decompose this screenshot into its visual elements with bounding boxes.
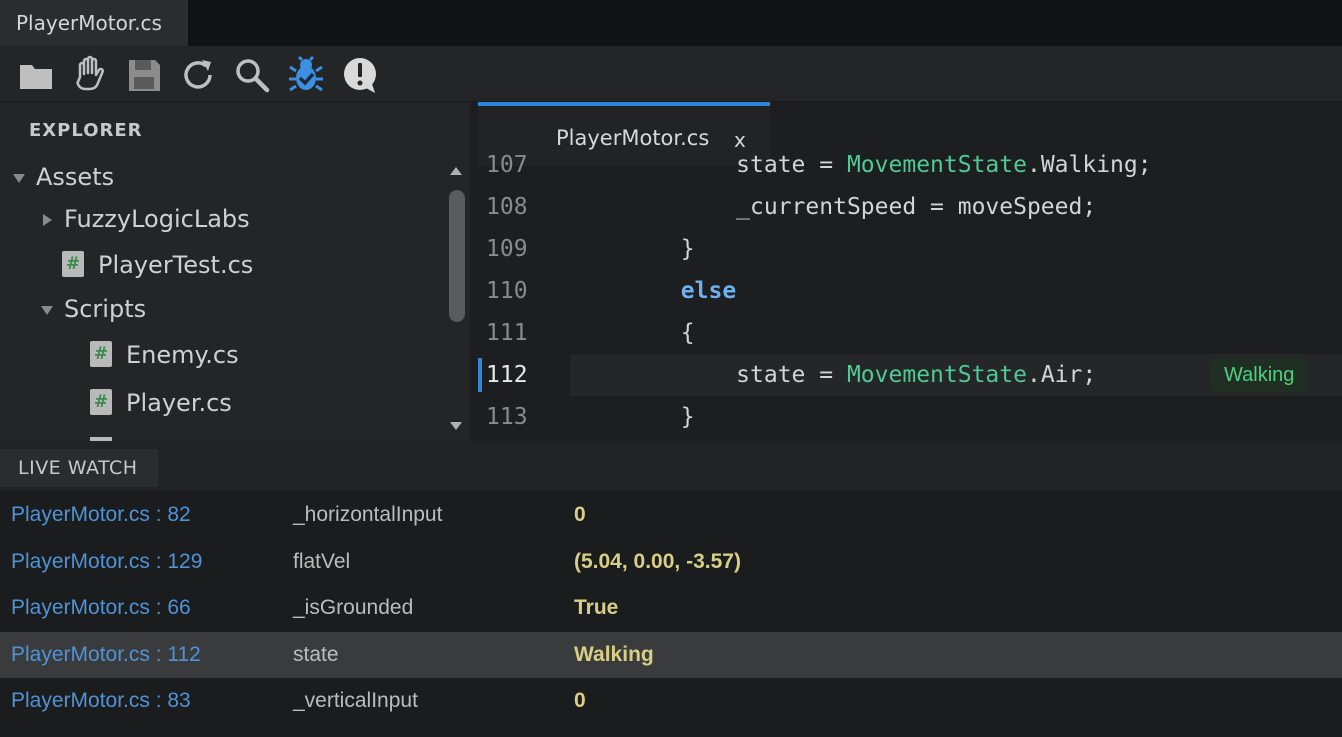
code-keyword: else xyxy=(680,278,737,304)
save-icon xyxy=(129,60,160,91)
code-text: state = xyxy=(570,152,847,178)
code-line[interactable]: else xyxy=(570,270,1342,312)
tree-item-label: Player.cs xyxy=(126,389,232,417)
toolbar xyxy=(0,46,1342,102)
watch-value: True xyxy=(574,596,619,619)
watch-location-link[interactable]: PlayerMotor.cs : 83 xyxy=(11,678,191,724)
live-watch-panel: LIVE WATCH PlayerMotor.cs : 82 _horizonta… xyxy=(0,441,1342,737)
code-text: } xyxy=(570,404,695,430)
inline-value-badge: Walking xyxy=(1210,358,1309,392)
alerts-button[interactable] xyxy=(339,54,381,96)
refresh-icon xyxy=(184,60,212,89)
code-text: .Walking; xyxy=(1026,152,1152,178)
csharp-file-icon: # xyxy=(62,251,84,277)
watch-location-link[interactable]: PlayerMotor.cs : 129 xyxy=(11,539,202,585)
watch-row[interactable]: PlayerMotor.cs : 82 _horizontalInput 0 xyxy=(0,492,1342,538)
code-text: _currentSpeed = moveSpeed; xyxy=(570,194,1097,220)
watch-row[interactable]: PlayerMotor.cs : 129 flatVel (5.04, 0.00, … xyxy=(0,539,1342,585)
explorer-panel: EXPLORER Assets FuzzyLogicLabs # PlayerTe… xyxy=(0,102,470,441)
watch-header: LIVE WATCH xyxy=(0,441,1342,491)
explorer-title: EXPLORER xyxy=(29,120,143,141)
folder-icon xyxy=(20,65,52,89)
code-line[interactable]: } xyxy=(570,396,1342,438)
save-button[interactable] xyxy=(123,54,165,96)
current-line-marker xyxy=(478,358,482,392)
debug-button[interactable] xyxy=(285,54,327,96)
code-line[interactable]: { xyxy=(570,312,1342,354)
reload-button[interactable] xyxy=(177,54,219,96)
window-title: PlayerMotor.cs xyxy=(16,11,162,35)
title-bar: PlayerMotor.cs xyxy=(0,0,1342,46)
line-number: 107 xyxy=(486,152,528,178)
watch-variable-name: flatVel xyxy=(293,549,351,573)
tree-file-player[interactable]: # Player.cs xyxy=(90,383,232,423)
watch-row[interactable]: PlayerMotor.cs : 66 _isGrounded True xyxy=(0,585,1342,631)
search-button[interactable] xyxy=(231,54,273,96)
watch-title-tab[interactable]: LIVE WATCH xyxy=(0,449,158,487)
watch-variable-name: _horizontalInput xyxy=(293,503,443,526)
watch-variable-name: state xyxy=(293,642,339,666)
tree-folder-fuzzylogiclabs[interactable]: FuzzyLogicLabs xyxy=(40,199,250,239)
tree-file-playertest[interactable]: # PlayerTest.cs xyxy=(62,245,253,285)
tree-file-enemy[interactable]: # Enemy.cs xyxy=(90,335,239,375)
code-area[interactable]: state = MovementState.Walking; _currentS… xyxy=(570,152,1342,441)
code-line[interactable]: _currentSpeed = moveSpeed; xyxy=(570,186,1342,228)
explorer-scroll-thumb[interactable] xyxy=(449,190,465,322)
watch-row[interactable]: PlayerMotor.cs : 83 _verticalInput 0 xyxy=(0,678,1342,724)
line-number: 109 xyxy=(486,236,528,262)
watch-variable-name: _isGrounded xyxy=(293,596,414,619)
line-number: 110 xyxy=(486,278,528,304)
code-type: MovementState xyxy=(846,152,1027,178)
code-text: .Air; xyxy=(1026,362,1097,388)
code-editor: PlayerMotor.cs x 107 108 109 110 111 112 113 s… xyxy=(470,102,1342,441)
code-line[interactable]: } xyxy=(570,228,1342,270)
code-text: { xyxy=(570,320,695,346)
watch-value: (5.04, 0.00, -3.57) xyxy=(574,549,741,573)
code-type: MovementState xyxy=(846,362,1027,388)
code-text: state = xyxy=(570,362,847,388)
line-number-gutter: 107 108 109 110 111 112 113 xyxy=(470,152,570,441)
chevron-down-icon xyxy=(13,174,25,183)
watch-variable-name: _verticalInput xyxy=(293,689,418,712)
hand-tool-button[interactable] xyxy=(69,54,111,96)
watch-value: Walking xyxy=(574,642,654,666)
line-number: 108 xyxy=(486,194,528,220)
chevron-down-icon xyxy=(41,306,53,315)
csharp-file-icon: # xyxy=(90,341,112,367)
alert-icon xyxy=(344,58,376,93)
tree-item-label: PlayerTest.cs xyxy=(98,251,254,279)
tree-item-label: FuzzyLogicLabs xyxy=(64,205,250,233)
watch-value: 0 xyxy=(574,689,586,712)
scroll-up-icon[interactable] xyxy=(450,166,462,176)
code-text: } xyxy=(570,236,695,262)
watch-location-link[interactable]: PlayerMotor.cs : 112 xyxy=(11,632,201,678)
watch-row[interactable]: PlayerMotor.cs : 112 state Walking xyxy=(0,631,1342,678)
csharp-file-icon: # xyxy=(90,389,112,415)
tree-folder-assets[interactable]: Assets xyxy=(12,157,114,197)
scroll-down-icon[interactable] xyxy=(450,421,462,431)
line-number: 113 xyxy=(486,404,528,430)
hand-icon xyxy=(76,55,104,91)
tree-item-label: Enemy.cs xyxy=(126,341,239,369)
tree-folder-scripts[interactable]: Scripts xyxy=(40,289,146,329)
bug-icon xyxy=(289,55,323,92)
search-icon xyxy=(236,59,270,93)
line-number: 111 xyxy=(486,320,528,346)
open-folder-button[interactable] xyxy=(15,54,57,96)
line-number: 112 xyxy=(486,362,528,388)
tree-item-label: Assets xyxy=(36,163,115,191)
watch-location-link[interactable]: PlayerMotor.cs : 82 xyxy=(11,492,191,538)
tree-item-label: Scripts xyxy=(64,295,147,323)
watch-location-link[interactable]: PlayerMotor.cs : 66 xyxy=(11,585,191,631)
chevron-right-icon xyxy=(43,214,52,226)
watch-value: 0 xyxy=(574,503,586,526)
window-title-tab[interactable]: PlayerMotor.cs xyxy=(0,0,188,46)
code-line[interactable]: state = MovementState.Walking; xyxy=(570,144,1342,186)
